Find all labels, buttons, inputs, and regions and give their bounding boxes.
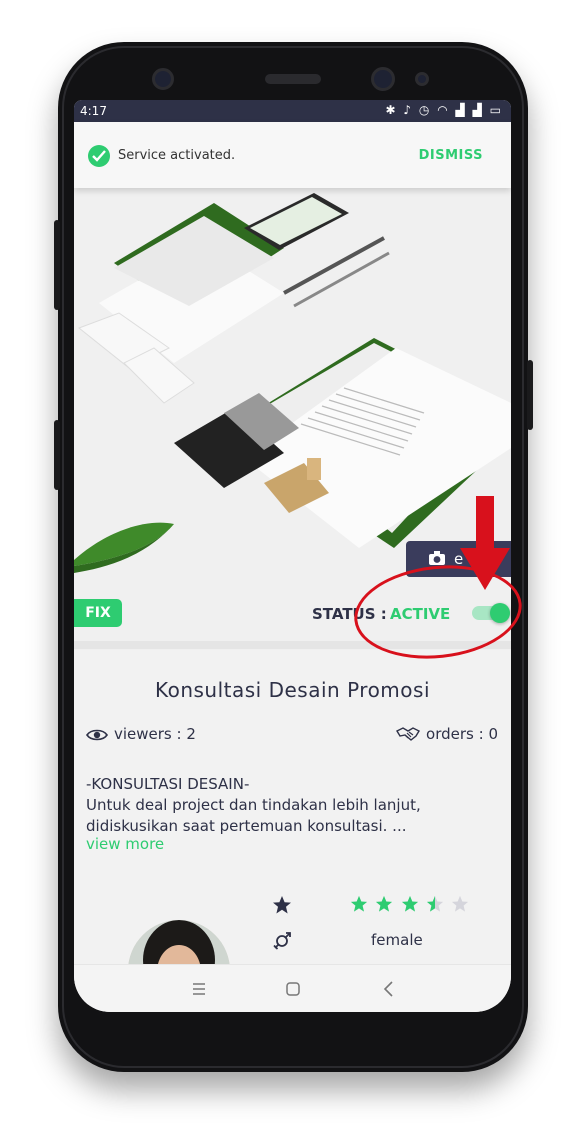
signal-icon-2: ▟ (472, 103, 484, 117)
home-button[interactable] (278, 977, 308, 1001)
rating-stars (350, 894, 470, 918)
snackbar: Service activated. DISMISS (74, 122, 511, 188)
dismiss-button[interactable]: DISMISS (419, 148, 483, 163)
check-circle-icon (88, 145, 110, 167)
gender-icon (272, 930, 292, 956)
front-camera (152, 68, 174, 90)
bluetooth-icon: ✱ (385, 103, 398, 117)
signal-icon: ▟ (455, 103, 467, 117)
rating-star-icon (272, 895, 292, 919)
recents-icon (193, 983, 205, 995)
viewers-count: viewers : 2 (86, 725, 196, 743)
description-line: didiskusikan saat pertemuan konsultasi. … (86, 817, 407, 835)
back-button[interactable] (374, 977, 404, 1001)
star-half-icon (426, 894, 445, 918)
orders-separator: : (478, 725, 484, 743)
viewers-separator: : (176, 725, 182, 743)
star-filled-icon (375, 894, 394, 918)
gender-value: female (371, 931, 423, 949)
alarm-icon: ◷ (418, 103, 432, 117)
screen: 4:17 ✱ ♪ ◷ ◠ ▟ ▟ ▭ Service activated. DI… (74, 100, 511, 1012)
battery-icon: ▭ (489, 103, 503, 117)
power-button (527, 360, 533, 430)
iris-camera (371, 67, 395, 91)
volume-button (54, 220, 60, 310)
star-empty-icon (451, 894, 470, 918)
recent-apps-button[interactable] (184, 977, 214, 1001)
description-line: -KONSULTASI DESAIN- (86, 775, 250, 793)
service-title: Konsultasi Desain Promosi (154, 678, 430, 702)
android-nav-bar (74, 964, 511, 1012)
earpiece-speaker (265, 74, 321, 84)
orders-count: orders : 0 (396, 725, 498, 743)
bixby-button (54, 420, 60, 490)
service-description: -KONSULTASI DESAIN- Untuk deal project d… (86, 774, 496, 837)
sensor (415, 72, 429, 86)
home-icon (286, 982, 300, 996)
wifi-icon: ◠ (437, 103, 450, 117)
fix-badge: FIX (74, 599, 122, 627)
eye-icon (86, 729, 108, 741)
description-line: Untuk deal project dan tindakan lebih la… (86, 796, 421, 814)
star-filled-icon (350, 894, 369, 918)
status-bar: 4:17 ✱ ♪ ◷ ◠ ▟ ▟ ▭ (74, 100, 511, 122)
orders-value: 0 (488, 725, 498, 743)
viewers-value: 2 (186, 725, 196, 743)
snackbar-message: Service activated. (118, 148, 236, 163)
status-time: 4:17 (80, 104, 107, 118)
view-more-link[interactable]: view more (86, 835, 164, 853)
red-arrow-icon (460, 496, 510, 590)
viewers-label: viewers (114, 725, 172, 743)
star-filled-icon (401, 894, 420, 918)
back-icon (383, 981, 393, 997)
mute-icon: ♪ (403, 103, 414, 117)
status-icons: ✱ ♪ ◷ ◠ ▟ ▟ ▭ (386, 103, 503, 117)
handshake-icon (396, 727, 421, 741)
orders-label: orders (426, 725, 474, 743)
